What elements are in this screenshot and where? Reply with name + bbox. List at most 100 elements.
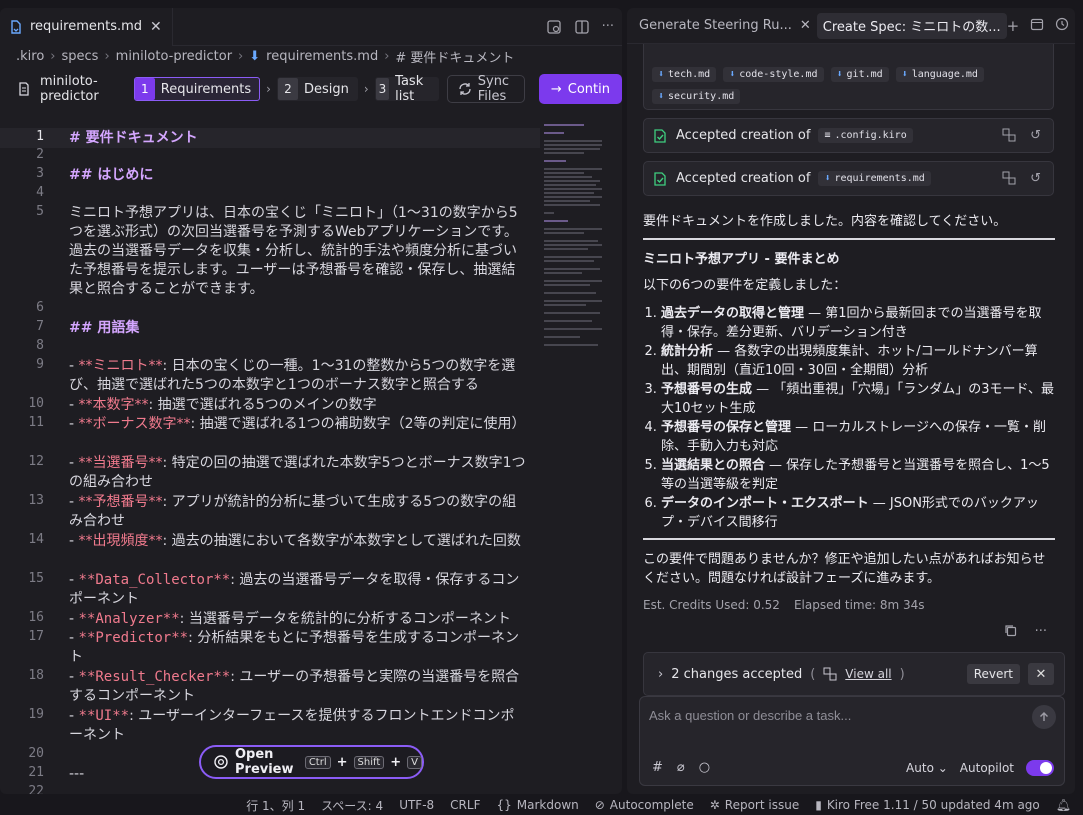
file-chip[interactable]: ⬇ language.md [895,67,984,82]
paperclip-icon[interactable]: ⌀ [677,760,685,775]
language-mode[interactable]: {} Markdown [496,798,578,812]
line-number: 11 [28,415,44,430]
line-ending[interactable]: CRLF [450,798,480,812]
file-chip[interactable]: ≡ .config.kiro [818,128,913,143]
revert-button[interactable]: Revert [966,664,1020,684]
line-number: 8 [36,338,44,353]
cursor-position[interactable]: 行 1、列 1 [246,797,305,814]
report-issue[interactable]: ✲ Report issue [710,798,799,812]
close-icon[interactable]: ✕ [1028,663,1054,685]
hash-icon[interactable]: # [652,760,663,775]
continue-button[interactable]: → Contin [538,74,622,104]
breadcrumb-item[interactable]: requirements.md [266,49,378,64]
plan-usage[interactable]: ▮ Kiro Free 1.11 / 50 updated 4m ago [815,798,1040,812]
view-all-link[interactable]: View all [845,667,891,681]
list-item: 予想番号の生成 — 「頻出重視」「穴場」「ランダム」の3モード、最大10セット生… [661,380,1055,418]
diff-icon[interactable] [1002,171,1016,186]
list-item: 統計分析 — 各数字の出現頻度集計、ホット/コールドナンバー算出、期間別（直近1… [661,342,1055,380]
bold-term: **ボーナス数字** [78,416,191,432]
step-requirements[interactable]: 1 Requirements [133,77,261,101]
file-chip[interactable]: ⬇ security.md [652,89,741,104]
chat-input[interactable] [649,708,1009,723]
breadcrumb-item[interactable]: .kiro [16,49,44,64]
line-text: - **予想番号**: アプリが統計的分析に基づいて生成する5つの数字の組み合わ… [69,493,526,531]
term-definition: : ユーザーインターフェースを提供するフロントエンドコンポーネント [69,708,515,743]
code-line: 11 - **ボーナス数字**: 抽選で選ばれる1つの補助数字（2等の判定に使用… [0,415,540,454]
code-line: 8 [0,338,540,357]
bold-term: **UI** [78,708,130,724]
step-task-list[interactable]: 3 Task list [374,74,439,104]
report-issue-label: Report issue [724,798,800,812]
input-controls: Auto ⌄ Autopilot [906,760,1054,776]
history-icon[interactable] [1055,17,1069,35]
circle-icon[interactable]: ○ [699,760,710,775]
close-icon[interactable]: ✕ [800,18,811,33]
autocomplete-status[interactable]: ⊘ Autocomplete [595,798,694,812]
sync-files-label: Sync Files [477,74,510,104]
line-number: 1 [36,129,44,144]
bold-term: **Predictor** [78,630,189,646]
summary-title: ミニロト予想アプリ - 要件まとめ [643,252,840,267]
mode-label: Auto [906,761,934,775]
chevron-right-icon: › [363,82,369,96]
plus-icon[interactable]: + [1007,17,1020,35]
chat-tab[interactable]: Generate Steering Ru... ✕ [633,13,817,39]
chevron-right-icon: › [238,48,244,64]
minimap[interactable] [544,120,606,360]
line-number: 16 [28,610,44,625]
send-button[interactable] [1032,705,1056,729]
undo-icon[interactable]: ↺ [1030,171,1041,186]
accepted-file-card: Accepted creation of ⬇ requirements.md ↺ [643,161,1054,196]
chat-tab-active[interactable]: Create Spec: ミニロトの数... [816,12,1007,39]
close-icon[interactable]: ✕ [150,19,162,35]
spec-workflow-bar: miniloto-predictor 1 Requirements › 2 De… [0,66,622,112]
split-editor-icon[interactable] [574,19,590,35]
calendar-icon[interactable] [1030,17,1044,35]
markdown-file-icon: ⬇ [729,69,736,80]
requirement-title: 過去データの取得と管理 [661,306,805,321]
breadcrumb-item[interactable]: # 要件ドキュメント [395,47,514,66]
code-line: 2 [0,147,540,166]
list-marker: - [69,572,79,588]
divider [643,238,1055,240]
line-text: - **Analyzer**: 当選番号データを統計的に分析するコンポーネント [69,610,526,629]
copy-icon[interactable] [1004,624,1017,639]
autopilot-toggle[interactable] [1026,760,1054,776]
file-chip[interactable]: ⬇ git.md [830,67,889,82]
bell-icon[interactable]: 🔔︎ [1056,798,1071,812]
file-chip[interactable]: ⬇ requirements.md [818,171,931,186]
breadcrumb-item[interactable]: specs [62,49,99,64]
chevron-right-icon: › [384,48,390,64]
chevron-right-icon[interactable]: › [658,667,663,682]
mode-select[interactable]: Auto ⌄ [906,761,948,775]
code-line: 9 - **ミニロト**: 日本の宝くじの一種。1～31の整数から5つの数字を選… [0,357,540,396]
sync-files-button[interactable]: Sync Files [446,74,525,104]
requirement-title: 統計分析 [661,344,714,359]
more-icon[interactable]: ··· [602,19,614,35]
code-line: 10 - **本数字**: 抽選で選ばれる5つのメインの数字 [0,396,540,415]
more-icon[interactable]: ··· [1035,624,1047,639]
indentation[interactable]: スペース: 4 [321,797,383,814]
undo-icon[interactable]: ↺ [1030,128,1041,143]
code-line: 3 ## はじめに [0,166,540,185]
diff-icon[interactable] [1002,128,1016,143]
step-design[interactable]: 2 Design [276,77,358,101]
file-chip[interactable]: ⬇ code-style.md [723,67,824,82]
list-item: 当選結果との照合 — 保存した予想番号と当選番号を照合し、1～5等の当選等級を判… [661,456,1055,494]
code-line: 6 [0,300,540,319]
spec-document-icon [18,82,30,96]
input-tools: # ⌀ ○ [652,760,710,775]
editor-tab-requirements[interactable]: requirements.md ✕ [0,8,173,46]
chat-messages: ⬇ tech.md ⬇ code-style.md ⬇ git.md ⬇ languag… [627,44,1075,684]
breadcrumb-item[interactable]: miniloto-predictor [116,49,232,64]
open-preview-button[interactable]: Open Preview Ctrl + Shift + V [199,745,424,779]
step-label: Design [303,81,349,97]
file-check-icon [652,171,668,187]
code-editor[interactable]: 1 # 要件ドキュメント 2 3 ## はじめに 4 5 ミニロト予想アプリは、… [0,120,540,794]
encoding[interactable]: UTF-8 [399,798,434,812]
code-line: 18 - **Result_Checker**: ユーザーの予想番号と実際の当選… [0,668,540,707]
bold-term: **ミニロト** [78,358,163,374]
preview-icon[interactable] [546,19,562,35]
steering-files-card: ⬇ tech.md ⬇ code-style.md ⬇ git.md ⬇ languag… [643,44,1054,110]
file-chip[interactable]: ⬇ tech.md [652,67,717,82]
